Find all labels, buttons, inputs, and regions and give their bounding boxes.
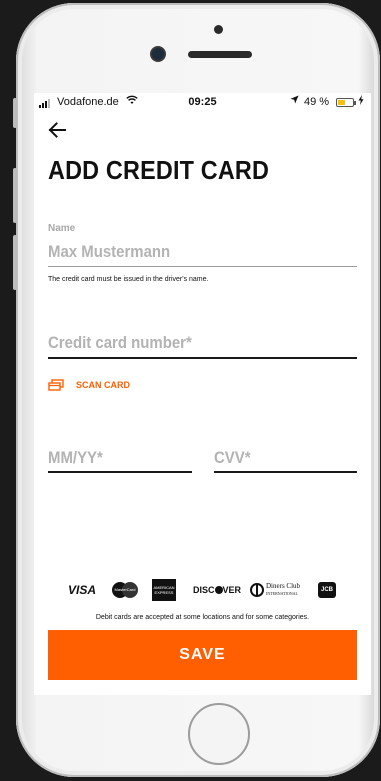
debit-note: Debit cards are accepted at some locatio…	[95, 614, 310, 621]
battery-percent: 49 %	[304, 96, 330, 108]
page-title: ADD CREDIT CARD	[48, 155, 270, 185]
discover-text-start: DISC	[193, 585, 215, 595]
front-camera	[152, 48, 164, 60]
volume-up-button	[13, 168, 17, 223]
back-button[interactable]	[47, 121, 67, 143]
card-number-underline	[48, 357, 357, 359]
mute-switch	[13, 98, 17, 128]
amex-text: AMERICAN EXPRESS	[152, 579, 176, 601]
jcb-logo: JCB	[318, 579, 336, 601]
diners-ring-icon	[250, 583, 264, 597]
mastercard-logo: MasterCard	[112, 579, 138, 601]
save-button[interactable]: SAVE	[48, 630, 357, 680]
battery-icon	[336, 98, 356, 107]
expiry-underline	[48, 471, 192, 473]
mastercard-text: MasterCard	[114, 587, 136, 592]
name-label: Name	[48, 223, 76, 234]
scan-card-label: SCAN CARD	[76, 380, 130, 390]
diners-logo: Diners Club INTERNATIONAL	[250, 579, 300, 601]
volume-down-button	[13, 235, 17, 290]
card-logos: VISA MasterCard AMERICAN EXPRESS DISC VER…	[68, 579, 338, 601]
home-button[interactable]	[188, 703, 250, 765]
visa-logo: VISA	[68, 583, 97, 597]
amex-logo: AMERICAN EXPRESS	[152, 579, 176, 601]
bolt-icon	[358, 95, 364, 108]
cvv-input[interactable]: CVV*	[214, 448, 251, 468]
earpiece-speaker	[188, 51, 252, 58]
proximity-sensor	[214, 25, 223, 34]
name-field[interactable]: Max Mustermann	[48, 242, 170, 262]
expiry-input[interactable]: MM/YY*	[48, 448, 103, 468]
jcb-text: JCB	[318, 582, 336, 598]
app-screen: Vodafone.de 09:25 49 % ADD CREDIT CARD N…	[34, 93, 371, 695]
name-field-underline	[48, 266, 357, 267]
location-arrow-icon	[290, 95, 299, 107]
status-bar: Vodafone.de 09:25 49 %	[34, 93, 371, 113]
cards-icon	[48, 379, 64, 391]
scan-card-button[interactable]: SCAN CARD	[48, 379, 130, 391]
diners-subtext: INTERNATIONAL	[266, 591, 298, 596]
cvv-underline	[214, 471, 357, 473]
discover-logo: DISC VER	[193, 579, 241, 601]
card-number-input[interactable]: Credit card number*	[48, 333, 192, 353]
discover-dot-icon	[214, 586, 223, 594]
diners-text: Diners Club	[266, 582, 301, 590]
discover-text-end: VER	[222, 585, 242, 595]
name-hint: The credit card must be issued in the dr…	[48, 276, 209, 283]
arrow-left-icon	[48, 122, 66, 138]
